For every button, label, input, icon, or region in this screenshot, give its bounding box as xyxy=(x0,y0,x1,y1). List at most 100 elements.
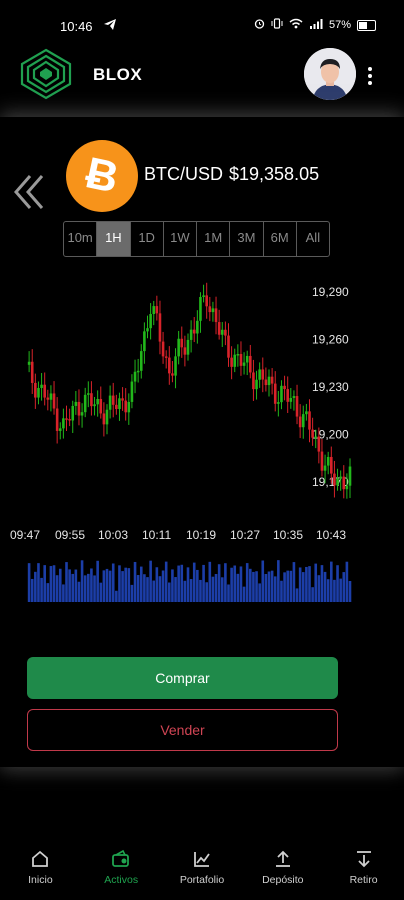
nav-label: Portafolio xyxy=(179,874,225,886)
volume-bar xyxy=(46,583,50,602)
candle-body xyxy=(136,370,140,373)
battery-percent: 57% xyxy=(328,19,351,31)
volume-bar xyxy=(158,576,162,602)
candle-body xyxy=(55,408,59,431)
home-icon xyxy=(32,850,49,867)
volume-bar xyxy=(133,561,137,602)
volume-bar xyxy=(255,571,258,602)
range-tab-6m[interactable]: 6M xyxy=(264,222,297,256)
volume-bar xyxy=(289,570,293,602)
volume-bar xyxy=(323,571,327,602)
buy-button[interactable]: Comprar xyxy=(27,657,338,699)
volume-bar xyxy=(189,579,193,602)
range-tab-10m[interactable]: 10m xyxy=(64,222,98,256)
volume-bar xyxy=(252,571,255,602)
candle-body xyxy=(308,411,311,430)
nav-item-inicio[interactable]: Inicio xyxy=(0,838,81,900)
volume-bar xyxy=(317,575,321,602)
volume-bar xyxy=(62,584,65,602)
volume-bar xyxy=(139,566,143,602)
sell-button[interactable]: Vender xyxy=(27,709,338,751)
range-tab-1d[interactable]: 1D xyxy=(131,222,164,256)
x-tick-label: 10:43 xyxy=(316,528,346,542)
candle-body xyxy=(342,476,346,490)
candle-body xyxy=(186,339,190,355)
candle-body xyxy=(90,393,93,407)
volume-bar xyxy=(27,563,31,602)
candle-body xyxy=(320,451,324,471)
candle-body xyxy=(330,456,333,474)
alarm-icon xyxy=(254,18,265,32)
candle-body xyxy=(214,308,218,323)
candle-body xyxy=(230,357,233,367)
volume-bar xyxy=(239,566,243,602)
volume-bar xyxy=(217,564,221,602)
volume-bar xyxy=(183,580,187,602)
volume-bar xyxy=(326,579,330,602)
volume-bar xyxy=(277,560,280,602)
upload-icon xyxy=(275,850,290,867)
time-range-selector: 10m 1H 1D 1W 1M 3M 6M All xyxy=(63,221,330,257)
volume-bar xyxy=(49,566,53,602)
telegram-icon xyxy=(104,19,116,33)
volume-bar xyxy=(77,581,81,602)
candle-body xyxy=(34,382,37,398)
nav-item-activos[interactable]: Activos xyxy=(81,838,162,900)
range-tab-all[interactable]: All xyxy=(297,222,329,256)
volume-bar xyxy=(177,565,180,602)
volume-bar xyxy=(93,575,96,602)
candle-body xyxy=(180,338,184,348)
candle-body xyxy=(115,404,118,410)
volume-bar xyxy=(211,576,215,602)
avatar[interactable] xyxy=(304,48,356,100)
nav-item-deposito[interactable]: Depósito xyxy=(242,838,323,900)
range-tab-1h[interactable]: 1H xyxy=(97,222,131,256)
volume-bar xyxy=(267,571,271,602)
volume-bar xyxy=(52,565,56,602)
candle-body xyxy=(30,361,34,383)
price-chart: 19,29019,26019,23019,20019,17009:47 09:55… xyxy=(10,282,352,602)
candle-body xyxy=(71,405,75,421)
volume-bar xyxy=(233,565,237,602)
range-tab-1w[interactable]: 1W xyxy=(164,222,197,256)
volume-bar xyxy=(196,569,199,602)
volume-bar xyxy=(295,588,299,602)
volume-bar xyxy=(208,561,212,602)
candle-body xyxy=(177,338,180,357)
candle-body xyxy=(317,436,321,452)
candle-body xyxy=(261,369,265,380)
candle-body xyxy=(283,385,286,390)
candle-body xyxy=(286,389,289,402)
volume-bar xyxy=(127,568,131,602)
candle-body xyxy=(133,371,137,382)
volume-bar xyxy=(155,567,159,602)
range-tab-1m[interactable]: 1M xyxy=(197,222,231,256)
range-tab-3m[interactable]: 3M xyxy=(230,222,264,256)
more-options-icon[interactable] xyxy=(367,66,373,86)
x-tick-label: 10:11 xyxy=(142,528,171,542)
nav-item-portafolio[interactable]: Portafolio xyxy=(162,838,243,900)
volume-bar xyxy=(205,582,208,602)
candle-body xyxy=(108,395,112,410)
nav-label: Depósito xyxy=(262,874,304,886)
volume-bar xyxy=(68,569,71,602)
candle-body xyxy=(143,331,146,352)
wallet-icon xyxy=(112,849,130,867)
volume-bar xyxy=(330,561,333,602)
signal-icon xyxy=(309,18,323,32)
candle-body xyxy=(289,397,293,402)
volume-bar xyxy=(108,570,112,602)
candle-body xyxy=(121,398,124,401)
back-chevron-icon[interactable] xyxy=(12,172,48,212)
candle-body xyxy=(87,393,90,395)
candle-body xyxy=(242,362,246,366)
volume-bar xyxy=(171,569,174,602)
nav-item-retiro[interactable]: Retiro xyxy=(323,838,404,900)
volume-bar xyxy=(130,584,134,602)
volume-bar xyxy=(71,573,75,602)
candle-body xyxy=(220,329,224,335)
candle-body xyxy=(211,308,215,313)
candle-body xyxy=(236,354,240,356)
candle-body xyxy=(258,369,261,380)
volume-bar xyxy=(348,580,352,602)
